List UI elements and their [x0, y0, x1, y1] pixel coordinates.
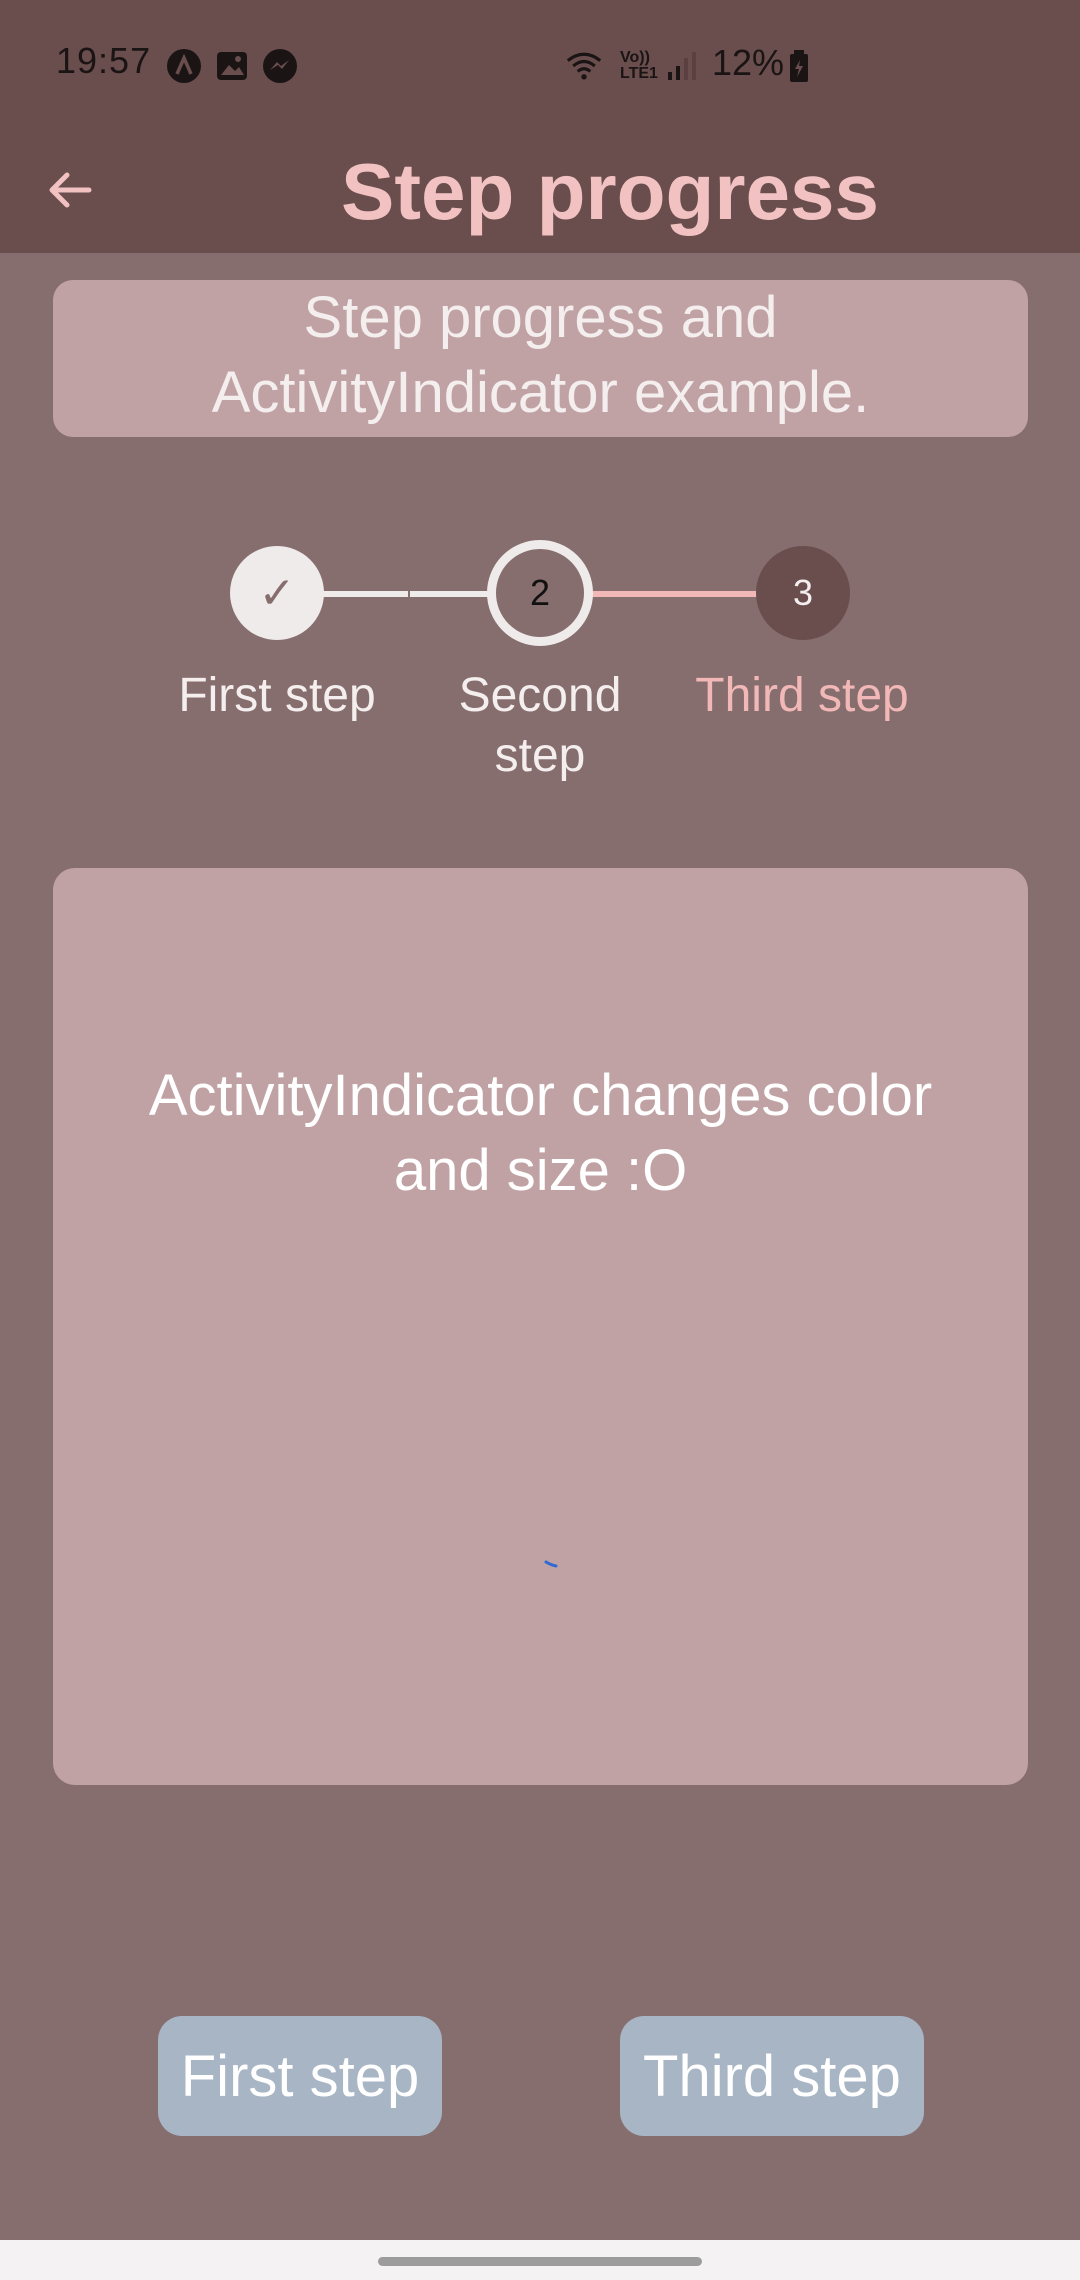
step-1-label-text: First step [178, 669, 376, 722]
step-progress: ✓ 2 3 First step Second step Third step [0, 530, 1080, 810]
app-a-icon [167, 49, 201, 83]
activity-card: ActivityIndicator changes color and size… [53, 868, 1028, 1785]
intro-text-line1: Step progress and [303, 285, 778, 350]
activity-text-line1: ActivityIndicator changes color [148, 1063, 933, 1128]
step-3-circle[interactable]: 3 [756, 546, 850, 640]
home-indicator[interactable] [378, 2257, 702, 2266]
step-2-label-line1: Second [458, 669, 622, 722]
third-step-button[interactable]: Third step [620, 2016, 924, 2136]
step-3-label: Third step [682, 666, 922, 726]
status-time: 19:57 [56, 40, 152, 81]
gallery-icon [217, 52, 247, 80]
status-bar: 19:57 Vo)) LTE1 12% [0, 0, 1080, 130]
step-1-circle[interactable]: ✓ [230, 546, 324, 640]
activity-indicator [544, 1560, 558, 1568]
step-3-label-text: Third step [695, 669, 909, 722]
check-icon: ✓ [258, 568, 296, 618]
navigation-bar [0, 2240, 1080, 2280]
battery-icon [790, 50, 808, 82]
app-bar: Step progress [0, 130, 1080, 253]
step-2-label: Second step [420, 666, 660, 786]
connector-1b [410, 591, 490, 597]
connector-1a [322, 591, 408, 597]
step-2-label-line2: step [494, 729, 586, 782]
wifi-icon [566, 52, 602, 80]
step-2-number: 2 [529, 572, 551, 613]
messenger-icon [263, 49, 297, 83]
intro-text-line2: ActivityIndicator example. [211, 360, 870, 425]
step-2-circle[interactable]: 2 [487, 540, 593, 646]
connector-2 [592, 591, 760, 597]
step-3-number: 3 [792, 572, 814, 613]
back-button[interactable] [30, 150, 110, 230]
signal-icon [668, 52, 696, 80]
arrow-left-icon [49, 172, 92, 208]
page-title: Step progress [341, 147, 879, 236]
intro-card: Step progress and ActivityIndicator exam… [53, 280, 1028, 437]
step-1-label: First step [157, 666, 397, 726]
activity-text: ActivityIndicator changes color and size… [53, 1058, 1028, 1208]
network-label: Vo)) LTE1 [620, 49, 658, 82]
battery-percent: 12% [712, 42, 785, 83]
first-step-button[interactable]: First step [158, 2016, 442, 2136]
activity-text-line2: and size :O [393, 1138, 688, 1203]
